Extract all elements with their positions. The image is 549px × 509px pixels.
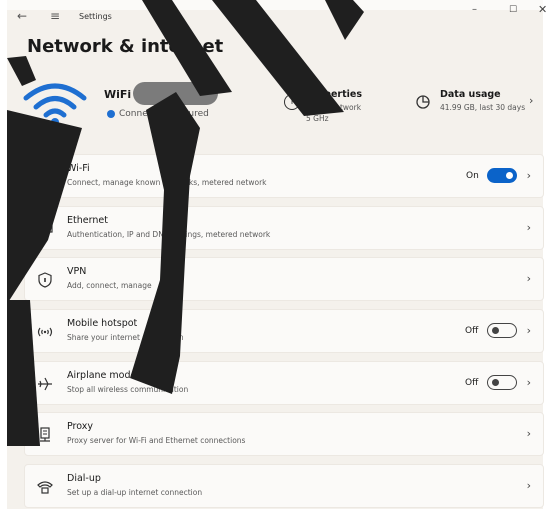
chevron-right-icon: › [526, 479, 531, 492]
proxy-icon [40, 427, 50, 442]
toggle-state-label: Off [465, 326, 479, 336]
row-subtitle: Share your internet connection [67, 333, 184, 342]
airplane-mode-toggle[interactable] [487, 375, 517, 390]
chevron-right-icon: › [526, 427, 531, 440]
settings-row-proxy[interactable]: Proxy Proxy server for Wi-Fi and Etherne… [24, 412, 544, 456]
connection-status: Connected, secured [119, 109, 209, 119]
row-subtitle: Add, connect, manage [67, 281, 152, 290]
chevron-right-icon: › [526, 324, 531, 337]
row-subtitle: Connect, manage known networks, metered … [67, 178, 267, 187]
network-name: WiFi [104, 88, 132, 101]
redacted-network-name [133, 82, 218, 105]
row-title: Mobile hotspot [67, 318, 138, 329]
settings-row-vpn[interactable]: VPN Add, connect, manage › [24, 257, 544, 301]
chevron-right-icon: › [526, 272, 531, 285]
row-subtitle: Stop all wireless communication [67, 385, 189, 394]
wifi-icon [37, 172, 53, 184]
data-usage-title: Data usage [440, 89, 501, 100]
window-title: Settings [79, 12, 112, 21]
data-usage-detail: 41.99 GB, last 30 days [440, 103, 526, 112]
row-title: Dial-up [67, 473, 101, 484]
globe-icon [107, 110, 115, 118]
row-subtitle: Proxy server for Wi-Fi and Ethernet conn… [67, 436, 246, 445]
row-title: Airplane mode [67, 370, 137, 381]
dial-up-icon [37, 481, 53, 494]
settings-window: ← ≡ Settings – ☐ ✕ Network & internet Wi… [0, 0, 549, 509]
chevron-right-icon: › [529, 94, 534, 107]
network-band: 5 GHz [306, 114, 329, 123]
maximize-icon[interactable]: ☐ [509, 5, 517, 15]
chevron-right-icon: › [526, 221, 531, 234]
network-type: Public network [306, 103, 362, 112]
toggle-knob [492, 379, 499, 386]
back-arrow-icon[interactable]: ← [17, 9, 27, 23]
settings-row-dial-up[interactable]: Dial-up Set up a dial-up internet connec… [24, 464, 544, 508]
properties-title: Properties [306, 89, 362, 100]
close-icon[interactable]: ✕ [538, 3, 547, 16]
toggle-knob [492, 327, 499, 334]
chevron-right-icon: › [526, 376, 531, 389]
page-title: Network & internet [27, 36, 224, 57]
row-title: Wi-Fi [67, 163, 90, 174]
settings-row-ethernet[interactable]: Ethernet Authentication, IP and DNS sett… [24, 206, 544, 250]
wifi-signal-icon [23, 83, 87, 126]
row-title: VPN [67, 266, 87, 277]
window-frame-left [0, 0, 7, 509]
pie-chart-icon [416, 95, 430, 109]
row-subtitle: Set up a dial-up internet connection [67, 488, 203, 497]
settings-row-wifi[interactable]: Wi-Fi Connect, manage known networks, me… [24, 154, 544, 198]
toggle-knob [506, 172, 513, 179]
mobile-hotspot-toggle[interactable] [487, 323, 517, 338]
title-bar: ← ≡ Settings – ☐ ✕ [7, 0, 547, 30]
info-icon: i [284, 94, 300, 110]
settings-row-airplane-mode[interactable]: Airplane mode Stop all wireless communic… [24, 361, 544, 405]
row-subtitle: Authentication, IP and DNS settings, met… [67, 230, 271, 239]
row-title: Ethernet [67, 215, 108, 226]
chevron-right-icon: › [526, 169, 531, 182]
hamburger-menu-icon[interactable]: ≡ [50, 9, 60, 23]
wifi-toggle[interactable] [487, 168, 517, 183]
airplane-icon [38, 377, 52, 391]
ethernet-icon [37, 222, 53, 236]
settings-row-mobile-hotspot[interactable]: Mobile hotspot Share your internet conne… [24, 309, 544, 353]
row-title: Proxy [67, 421, 94, 432]
shield-icon [38, 272, 52, 288]
toggle-state-label: On [466, 171, 479, 181]
toggle-state-label: Off [465, 378, 479, 388]
minimize-icon[interactable]: – [472, 4, 477, 15]
hotspot-icon [37, 327, 53, 337]
